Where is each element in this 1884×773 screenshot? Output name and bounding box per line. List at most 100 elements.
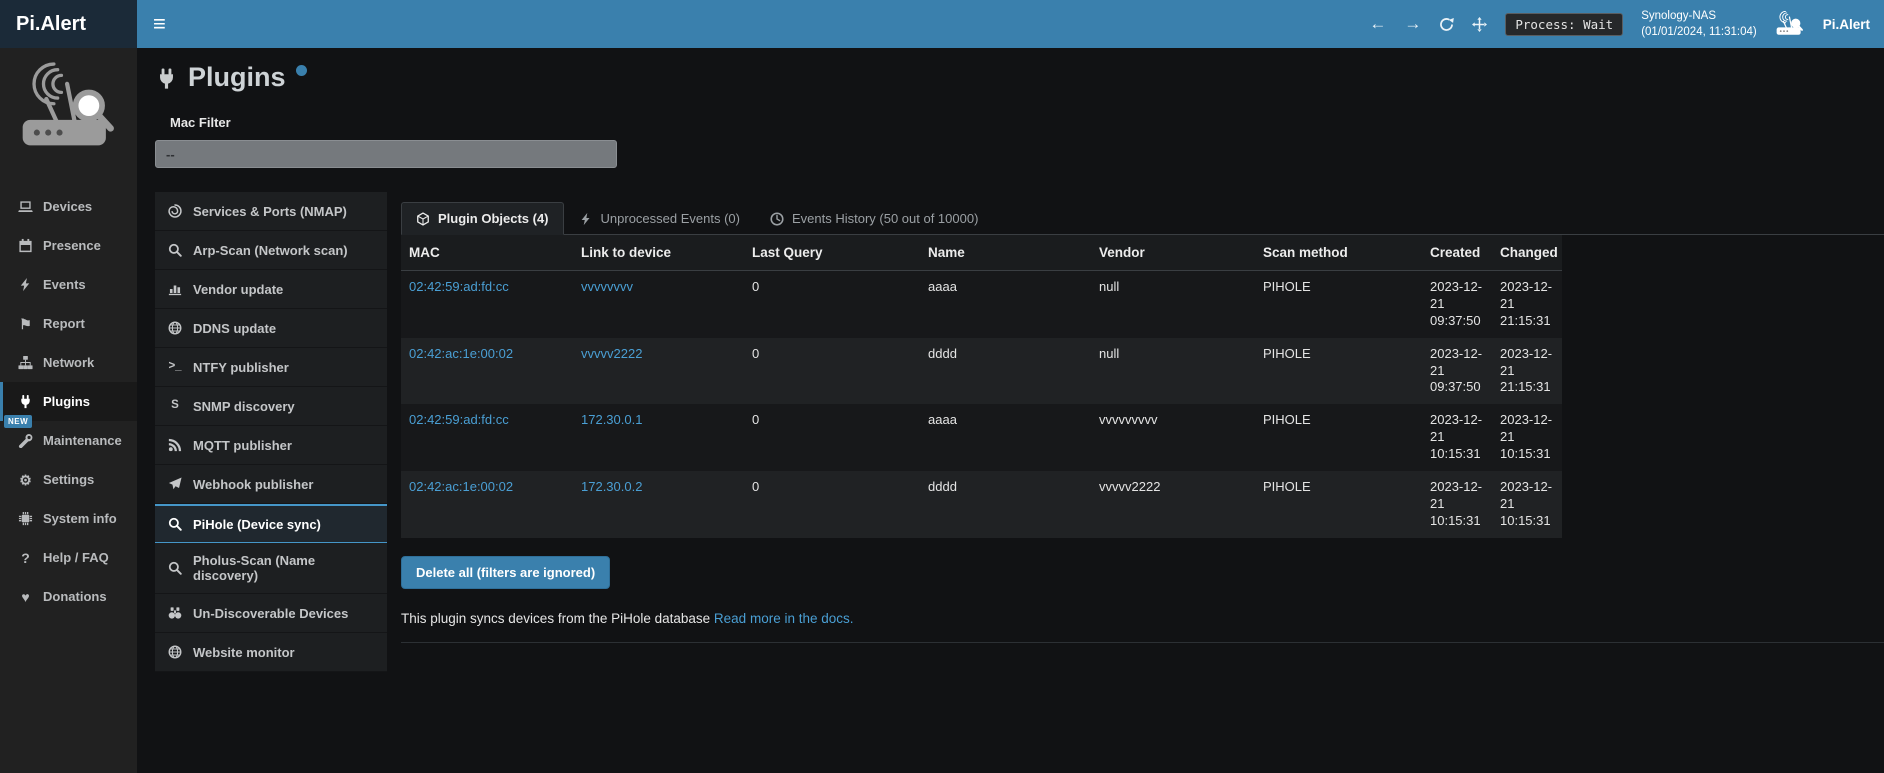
sidebar-item-system-info[interactable]: System info <box>0 499 137 538</box>
plugin-nav-item-arp-scan[interactable]: Arp-Scan (Network scan) <box>155 231 387 270</box>
created-cell: 2023-12-21 10:15:31 <box>1422 404 1492 471</box>
delete-all-button[interactable]: Delete all (filters are ignored) <box>401 556 610 589</box>
page-title-text: Plugins <box>188 62 286 93</box>
plugin-nav-item-website-monitor[interactable]: Website monitor <box>155 633 387 672</box>
plugin-nav-item-nmap[interactable]: Services & Ports (NMAP) <box>155 192 387 231</box>
plug-icon <box>17 394 34 409</box>
docs-link[interactable]: Read more in the docs. <box>714 611 854 626</box>
name-cell: dddd <box>920 471 1091 538</box>
tab-label: Unprocessed Events (0) <box>601 211 740 226</box>
table-row: 02:42:59:ad:fd:cc 172.30.0.1 0 aaaa vvvv… <box>401 404 1562 471</box>
plugin-nav-item-pihole[interactable]: PiHole (Device sync) <box>155 504 387 543</box>
device-link[interactable]: 172.30.0.1 <box>581 412 642 427</box>
tab-label: Plugin Objects (4) <box>438 211 549 226</box>
plugin-nav-item-ntfy[interactable]: >_ NTFY publisher <box>155 348 387 387</box>
pialert-label: Pi.Alert <box>1823 17 1870 32</box>
scan-method-cell: PIHOLE <box>1255 404 1422 471</box>
cube-icon <box>416 212 430 226</box>
scan-method-cell: PIHOLE <box>1255 471 1422 538</box>
plugin-nav-label: Arp-Scan (Network scan) <box>193 243 348 258</box>
sidebar-item-report[interactable]: ⚑ Report <box>0 304 137 343</box>
pialert-mini-logo-icon[interactable] <box>1775 11 1805 37</box>
last-query-cell: 0 <box>744 271 920 338</box>
plugin-nav-item-snmp[interactable]: S SNMP discovery <box>155 387 387 426</box>
bar-chart-icon <box>167 282 183 296</box>
app-logo[interactable]: Pi.Alert <box>0 0 137 48</box>
nav-forward-icon[interactable]: → <box>1404 14 1421 34</box>
changed-cell: 2023-12-21 10:15:31 <box>1492 471 1562 538</box>
nav-back-icon[interactable]: ← <box>1369 14 1386 34</box>
gear-icon: ⚙ <box>17 473 34 487</box>
sidebar-item-help-faq[interactable]: ? Help / FAQ <box>0 538 137 577</box>
plugin-nav-item-undiscoverable[interactable]: Un-Discoverable Devices <box>155 594 387 633</box>
vendor-cell: null <box>1091 271 1255 338</box>
tab-unprocessed-events[interactable]: Unprocessed Events (0) <box>564 202 755 235</box>
plugin-nav-label: Services & Ports (NMAP) <box>193 204 347 219</box>
sidebar-item-network[interactable]: Network <box>0 343 137 382</box>
column-header-link: Link to device <box>573 235 744 271</box>
sidebar-item-presence[interactable]: Presence <box>0 226 137 265</box>
sidebar-item-maintenance[interactable]: NEW Maintenance <box>0 421 137 460</box>
search-icon <box>167 517 183 531</box>
mac-link[interactable]: 02:42:ac:1e:00:02 <box>409 479 513 494</box>
sidebar-item-settings[interactable]: ⚙ Settings <box>0 460 137 499</box>
plugins-help-badge[interactable] <box>296 65 307 76</box>
created-cell: 2023-12-21 09:37:50 <box>1422 338 1492 405</box>
scan-spiral-icon <box>167 204 183 218</box>
snmp-letter-icon: S <box>167 400 183 412</box>
host-name: Synology-NAS <box>1641 8 1757 24</box>
sidebar-nav: Devices Presence Events ⚑ Report Network… <box>0 187 137 616</box>
clock-icon <box>770 212 784 226</box>
changed-cell: 2023-12-21 21:15:31 <box>1492 271 1562 338</box>
laptop-icon <box>17 199 34 214</box>
tab-events-history[interactable]: Events History (50 out of 10000) <box>755 202 993 235</box>
topbar-right: ← → Process: Wait Synology-NAS (01/01/20… <box>1369 8 1884 40</box>
move-icon[interactable] <box>1472 17 1487 32</box>
plugin-nav-item-vendor-update[interactable]: Vendor update <box>155 270 387 309</box>
vendor-cell: vvvvvvvvv <box>1091 404 1255 471</box>
host-time: (01/01/2024, 11:31:04) <box>1641 24 1757 40</box>
last-query-cell: 0 <box>744 471 920 538</box>
refresh-icon[interactable] <box>1439 17 1454 32</box>
mac-link[interactable]: 02:42:59:ad:fd:cc <box>409 412 509 427</box>
tab-bar: Plugin Objects (4) Unprocessed Events (0… <box>401 202 1884 235</box>
plugin-description: This plugin syncs devices from the PiHol… <box>401 611 1884 626</box>
plugin-nav-item-webhook[interactable]: Webhook publisher <box>155 465 387 504</box>
topbar: Pi.Alert ≡ ← → Process: Wait Synology-NA… <box>0 0 1884 48</box>
topbar-main: ≡ ← → Process: Wait Synology-NAS (01/01/… <box>137 0 1884 48</box>
paper-plane-icon <box>167 477 183 491</box>
flag-icon: ⚑ <box>17 317 34 331</box>
sidebar-item-devices[interactable]: Devices <box>0 187 137 226</box>
sidebar-item-events[interactable]: Events <box>0 265 137 304</box>
device-link[interactable]: vvvvvvvv <box>581 279 633 294</box>
mac-filter-input[interactable] <box>155 140 617 168</box>
sidebar-item-label: Presence <box>43 238 101 253</box>
broadcast-icon <box>167 438 183 452</box>
sidebar-toggle-button[interactable]: ≡ <box>137 13 182 35</box>
plugin-nav-item-ddns-update[interactable]: DDNS update <box>155 309 387 348</box>
last-query-cell: 0 <box>744 338 920 405</box>
mac-link[interactable]: 02:42:59:ad:fd:cc <box>409 279 509 294</box>
sidebar-item-donations[interactable]: ♥ Donations <box>0 577 137 616</box>
table-row: 02:42:59:ad:fd:cc vvvvvvvv 0 aaaa null P… <box>401 271 1562 338</box>
sitemap-icon <box>17 355 34 370</box>
search-icon <box>167 561 183 575</box>
plugin-content: Plugin Objects (4) Unprocessed Events (0… <box>401 202 1884 643</box>
sidebar: Devices Presence Events ⚑ Report Network… <box>0 48 137 773</box>
mac-filter-section: Mac Filter <box>155 115 1884 168</box>
tab-plugin-objects[interactable]: Plugin Objects (4) <box>401 202 564 235</box>
column-header-last-query: Last Query <box>744 235 920 271</box>
column-header-name: Name <box>920 235 1091 271</box>
plug-icon <box>155 67 178 90</box>
plugin-nav-item-mqtt[interactable]: MQTT publisher <box>155 426 387 465</box>
table-row: 02:42:ac:1e:00:02 172.30.0.2 0 dddd vvvv… <box>401 471 1562 538</box>
column-header-mac: MAC <box>401 235 573 271</box>
name-cell: aaaa <box>920 271 1091 338</box>
changed-cell: 2023-12-21 10:15:31 <box>1492 404 1562 471</box>
device-link[interactable]: 172.30.0.2 <box>581 479 642 494</box>
plugin-nav-label: Webhook publisher <box>193 477 313 492</box>
plugin-nav-item-pholus-scan[interactable]: Pholus-Scan (Name discovery) <box>155 543 387 594</box>
device-link[interactable]: vvvvv2222 <box>581 346 642 361</box>
mac-link[interactable]: 02:42:ac:1e:00:02 <box>409 346 513 361</box>
calendar-icon <box>17 238 34 253</box>
